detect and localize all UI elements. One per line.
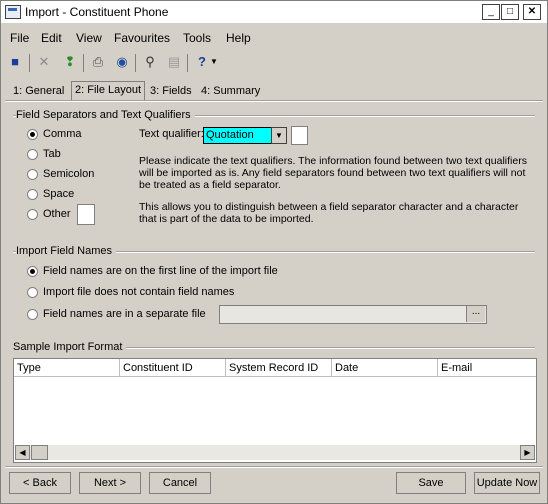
tab-summary[interactable]: 4: Summary	[198, 83, 263, 99]
maximize-button[interactable]: □	[501, 4, 519, 20]
menu-edit[interactable]: Edit	[41, 31, 62, 45]
column-header-date[interactable]: Date	[332, 359, 438, 377]
import-window: Import - Constituent Phone _ □ ✕ File Ed…	[0, 0, 548, 504]
qualifier-help-text: Please indicate the text qualifiers. The…	[139, 155, 527, 191]
sample-import-grid[interactable]: Type Constituent ID System Record ID Dat…	[13, 358, 537, 463]
label-space: Space	[43, 188, 75, 200]
menu-view[interactable]: View	[76, 31, 102, 45]
update-now-button[interactable]: Update Now	[474, 472, 540, 494]
preview-icon[interactable]: ◉	[113, 53, 131, 71]
other-separator-input[interactable]	[77, 204, 95, 225]
label-semicolon: Semicolon	[43, 168, 95, 180]
window-title: Import - Constituent Phone	[25, 5, 169, 19]
scroll-left-icon[interactable]: ◀	[15, 445, 30, 460]
menu-bar: File Edit View Favourites Tools Help	[1, 28, 547, 46]
label-tab: Tab	[43, 148, 61, 160]
label-comma: Comma	[43, 128, 82, 140]
tab-strip: 1: General 2: File Layout 3: Fields 4: S…	[1, 81, 547, 101]
tab-general[interactable]: 1: General	[10, 83, 67, 99]
radio-tab[interactable]	[27, 149, 38, 160]
label-names-first-line: Field names are on the first line of the…	[43, 265, 278, 277]
column-header-constituent-id[interactable]: Constituent ID	[120, 359, 226, 377]
menu-file[interactable]: File	[10, 31, 29, 45]
back-button[interactable]: < Back	[9, 472, 71, 494]
tab-file-layout[interactable]: 2: File Layout	[71, 81, 146, 101]
help-dropdown-icon[interactable]: ▼	[209, 53, 219, 71]
column-header-system-record-id[interactable]: System Record ID	[226, 359, 332, 377]
column-header-email[interactable]: E-mail	[438, 359, 536, 377]
label-names-separate-file: Field names are in a separate file	[43, 308, 206, 320]
save-button[interactable]: Save	[396, 472, 466, 494]
field-names-group-title: Import Field Names	[16, 245, 116, 257]
horizontal-scrollbar[interactable]: ◀ ▶	[15, 445, 535, 460]
export-icon[interactable]: ▤	[165, 53, 183, 71]
print-icon[interactable]: ⎙	[89, 53, 107, 71]
properties-icon[interactable]: ❢	[61, 53, 79, 71]
text-qualifier-char-input[interactable]	[291, 126, 308, 145]
title-bar: Import - Constituent Phone _ □ ✕	[1, 1, 547, 23]
browse-button[interactable]: ...	[466, 306, 485, 322]
sample-group-title: Sample Import Format	[13, 341, 127, 353]
radio-no-field-names[interactable]	[27, 287, 38, 298]
radio-other[interactable]	[27, 209, 38, 220]
chevron-down-icon[interactable]: ▼	[271, 127, 287, 144]
radio-semicolon[interactable]	[27, 169, 38, 180]
label-no-field-names: Import file does not contain field names	[43, 286, 235, 298]
delete-icon[interactable]: ✕	[35, 53, 53, 71]
next-button[interactable]: Next >	[79, 472, 141, 494]
field-names-file-input[interactable]	[219, 305, 487, 324]
menu-tools[interactable]: Tools	[183, 31, 211, 45]
toolbar: ■ ✕ ❢ ⎙ ◉ ⚲ ▤ ? ▼	[1, 50, 547, 74]
scroll-thumb[interactable]	[31, 445, 48, 460]
menu-help[interactable]: Help	[226, 31, 251, 45]
text-qualifier-select[interactable]: Quotation	[203, 127, 273, 144]
save-icon[interactable]: ■	[6, 53, 24, 71]
scroll-right-icon[interactable]: ▶	[520, 445, 535, 460]
radio-space[interactable]	[27, 189, 38, 200]
tab-fields[interactable]: 3: Fields	[147, 83, 195, 99]
menu-favourites[interactable]: Favourites	[114, 31, 170, 45]
close-button[interactable]: ✕	[523, 4, 541, 20]
find-icon[interactable]: ⚲	[141, 53, 159, 71]
minimize-button[interactable]: _	[482, 4, 500, 20]
radio-names-first-line[interactable]	[27, 266, 38, 277]
label-other: Other	[43, 208, 71, 220]
cancel-button[interactable]: Cancel	[149, 472, 211, 494]
radio-names-separate-file[interactable]	[27, 309, 38, 320]
text-qualifier-label: Text qualifier:	[139, 128, 204, 140]
app-icon	[5, 5, 21, 19]
column-header-type[interactable]: Type	[14, 359, 120, 377]
separators-group-title: Field Separators and Text Qualifiers	[16, 109, 195, 121]
radio-comma[interactable]	[27, 129, 38, 140]
separator-help-text: This allows you to distinguish between a…	[139, 201, 519, 225]
